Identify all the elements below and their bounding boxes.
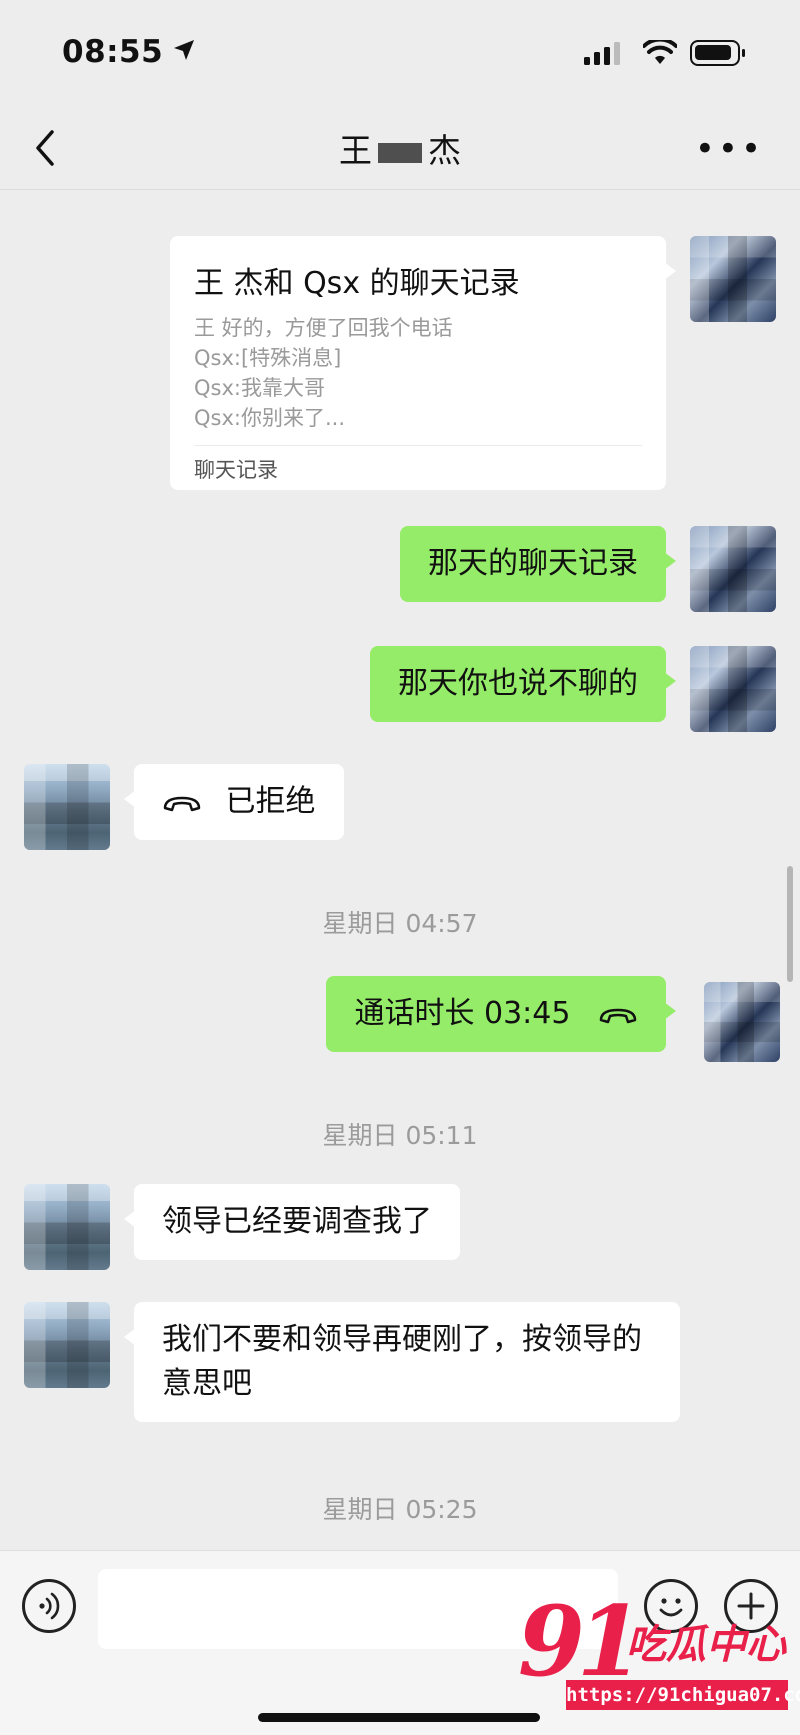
timestamp: 星期日 05:11 [322,1121,478,1150]
my-avatar[interactable] [690,526,776,612]
chat-title-right: 杰 [428,131,461,170]
call-declined-bubble[interactable]: 已拒绝 [124,764,344,840]
card-divider [194,445,642,446]
chat-record-label: 聊天记录 [194,458,278,482]
chat-record-line: Qsx:你别来了... [194,406,345,430]
my-avatar[interactable] [690,646,776,732]
cellular-signal-icon [584,42,620,65]
message-text: 那天你也说不聊的 [398,666,638,701]
message-bubble-sent[interactable]: 那天的聊天记录 [400,526,676,602]
status-bar: 08:55 [0,0,800,110]
phone-hangup-icon [599,1008,637,1023]
chat-record-line: 王 好的，方便了回我个电话 [194,316,453,340]
battery-icon [690,40,745,66]
call-duration-text: 通话时长 03:45 [354,996,571,1031]
timestamp: 星期日 05:25 [322,1495,478,1524]
status-time: 08:55 [62,34,164,70]
call-duration-bubble[interactable]: 通话时长 03:45 [326,976,676,1052]
name-redaction [378,142,422,163]
phone-hangup-icon [163,796,201,811]
contact-avatar[interactable] [24,1184,110,1270]
chat-title-left: 王 [339,131,372,170]
home-indicator[interactable] [258,1713,540,1722]
watermark-url: https://91chigua07.com [566,1680,800,1710]
nav-bar: 王杰 ••• [0,110,800,190]
contact-avatar[interactable] [24,764,110,850]
chat-title: 王杰 [0,124,800,172]
voice-input-button[interactable] [22,1579,76,1633]
chat-record-title: 王 杰和 Qsx 的聊天记录 [194,266,520,301]
scroll-indicator[interactable] [787,866,793,982]
chat-record-line: Qsx:我靠大哥 [194,376,325,400]
watermark-text: 吃瓜中心 [626,1622,786,1668]
location-arrow-icon [174,40,194,60]
more-options-icon[interactable]: ••• [695,132,764,166]
watermark-number: 91 [518,1585,644,1698]
timestamp: 星期日 04:57 [322,909,478,938]
message-bubble-received[interactable]: 我们不要和领导再硬刚了，按领导的意思吧 [124,1302,680,1422]
call-status-text: 已拒绝 [225,784,316,819]
wifi-icon [643,40,677,64]
my-avatar[interactable] [690,236,776,322]
voice-icon [39,1592,60,1620]
chat-record-line: Qsx:[特殊消息] [194,346,342,370]
contact-avatar[interactable] [24,1302,110,1388]
message-text: 那天的聊天记录 [428,546,638,581]
message-bubble-received[interactable]: 领导已经要调查我了 [124,1184,460,1260]
my-avatar[interactable] [704,982,780,1062]
chat-record-card[interactable]: 王 杰和 Qsx 的聊天记录 王 好的，方便了回我个电话 Qsx:[特殊消息] … [170,236,676,490]
message-bubble-sent[interactable]: 那天你也说不聊的 [370,646,676,722]
message-text: 领导已经要调查我了 [162,1204,432,1239]
message-text: 我们不要和领导再硬刚了，按领导的意思吧 [162,1322,642,1401]
